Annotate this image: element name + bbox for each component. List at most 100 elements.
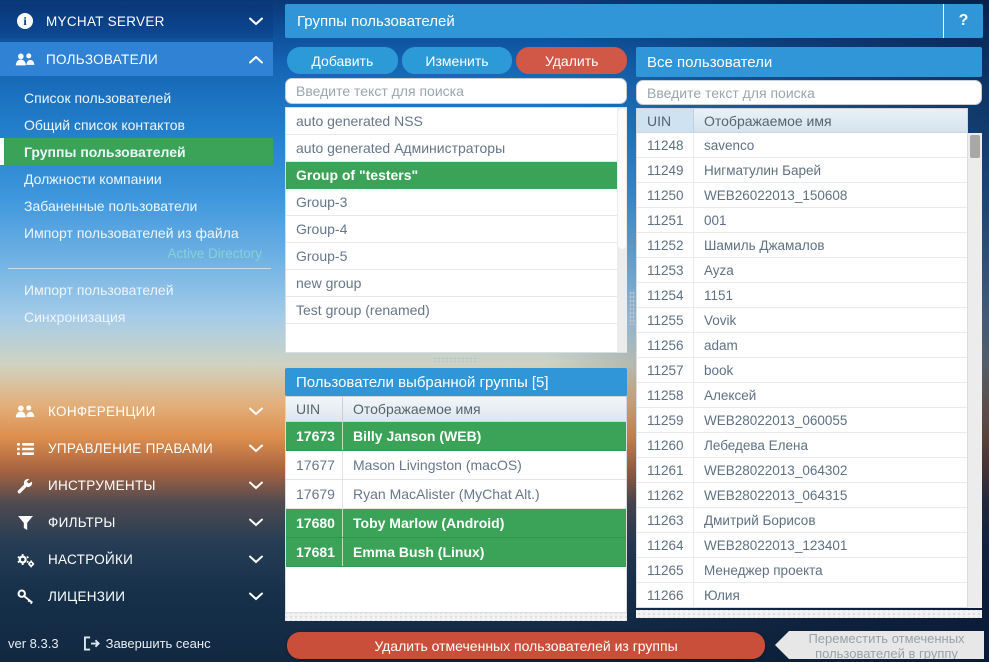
- table-row[interactable]: 11257 book: [637, 358, 967, 383]
- sidebar-submenu-item[interactable]: Группы пользователей: [0, 138, 273, 165]
- table-row[interactable]: 11251 001: [637, 208, 967, 233]
- table-row[interactable]: 11254 1151: [637, 283, 967, 308]
- groups-list-scrollbar[interactable]: [617, 108, 627, 352]
- group-list-item[interactable]: Group-3: [286, 189, 626, 216]
- cell-uin: 17673: [286, 422, 343, 450]
- sidebar-item-filters[interactable]: ФИЛЬТРЫ: [0, 504, 273, 541]
- table-row[interactable]: 11258 Алексей: [637, 383, 967, 408]
- section-label: ИНСТРУМЕНТЫ: [48, 478, 237, 493]
- sidebar-submenu-item[interactable]: Импорт пользователей: [0, 276, 273, 303]
- sidebar-users-submenu: Список пользователей Общий список контак…: [0, 84, 273, 246]
- group-list-item[interactable]: new group: [286, 270, 626, 297]
- groups-search-input[interactable]: [285, 78, 627, 104]
- table-row[interactable]: 11255 Vovik: [637, 308, 967, 333]
- sidebar-submenu-item-label: Импорт пользователей из файла: [24, 225, 239, 241]
- all-users-table-header: UIN Отображаемое имя: [636, 108, 968, 133]
- group-list-item[interactable]: Test group (renamed): [286, 297, 626, 324]
- table-row[interactable]: 17681 Emma Bush (Linux): [286, 538, 626, 567]
- group-members-table: 17673 Billy Janson (WEB) 17677 Mason Liv…: [285, 422, 627, 613]
- sidebar-submenu-item[interactable]: Общий список контактов: [0, 111, 273, 138]
- table-row[interactable]: 11256 adam: [637, 333, 967, 358]
- sidebar-item-users-section[interactable]: ПОЛЬЗОВАТЕЛИ: [0, 42, 273, 76]
- table-row[interactable]: 11263 Дмитрий Борисов: [637, 508, 967, 533]
- users-icon: [14, 404, 36, 419]
- move-to-group-button[interactable]: Переместить отмеченных пользователей в г…: [775, 631, 984, 659]
- logout-button[interactable]: Завершить сеанс: [83, 636, 211, 651]
- table-row[interactable]: 17677 Mason Livingston (macOS): [286, 451, 626, 480]
- group-name: Group-3: [296, 194, 347, 210]
- add-group-button[interactable]: Добавить: [287, 47, 398, 74]
- delete-group-button[interactable]: Удалить: [516, 47, 627, 74]
- group-list-item[interactable]: auto generated NSS: [286, 108, 626, 135]
- cell-uin: 11260: [637, 433, 694, 457]
- all-users-title: Все пользователи: [636, 47, 982, 77]
- group-name: Group-5: [296, 248, 347, 264]
- group-name: Group of "testers": [296, 167, 418, 183]
- column-header-name[interactable]: Отображаемое имя: [694, 109, 832, 132]
- sidebar-submenu-item[interactable]: Должности компании: [0, 165, 273, 192]
- sidebar-divider: [8, 268, 271, 269]
- group-list-item[interactable]: Group-4: [286, 216, 626, 243]
- sidebar-submenu-item-label: Должности компании: [24, 171, 162, 187]
- cell-uin: 11250: [637, 183, 694, 207]
- sidebar-submenu-item-label: Список пользователей: [24, 90, 171, 106]
- sidebar-item-licenses[interactable]: ЛИЦЕНЗИИ: [0, 578, 273, 615]
- table-row[interactable]: 11250 WEB26022013_150608: [637, 183, 967, 208]
- scrollbar-thumb[interactable]: [970, 135, 980, 158]
- cell-name: WEB26022013_150608: [694, 183, 967, 207]
- sidebar-active-directory-label[interactable]: Active Directory: [0, 246, 262, 261]
- sidebar-item-mychat-server[interactable]: i MYCHAT SERVER: [0, 4, 273, 38]
- table-row[interactable]: 11264 WEB28022013_123401: [637, 533, 967, 558]
- table-row[interactable]: 17679 Ryan MacAlister (MyChat Alt.): [286, 480, 626, 509]
- cell-name: adam: [694, 333, 967, 357]
- users-hscrollbar[interactable]: [636, 610, 982, 618]
- sidebar-item-conferences[interactable]: КОНФЕРЕНЦИИ: [0, 393, 273, 430]
- edit-group-button[interactable]: Изменить: [402, 47, 513, 74]
- filter-icon: [14, 516, 36, 530]
- sidebar-item-tools[interactable]: ИНСТРУМЕНТЫ: [0, 467, 273, 504]
- remove-from-group-button[interactable]: Удалить отмеченных пользователей из груп…: [287, 632, 765, 659]
- cell-uin: 17680: [286, 509, 343, 537]
- splitter-grip-icon: [433, 357, 479, 363]
- table-row[interactable]: 11265 Менеджер проекта: [637, 558, 967, 583]
- scrollbar-thumb[interactable]: [618, 109, 626, 249]
- sidebar-item-settings[interactable]: НАСТРОЙКИ: [0, 541, 273, 578]
- column-header-name[interactable]: Отображаемое имя: [343, 397, 481, 421]
- sidebar-submenu-item[interactable]: Список пользователей: [0, 84, 273, 111]
- members-hscrollbar[interactable]: [285, 613, 627, 621]
- sidebar-submenu-item[interactable]: Синхронизация: [0, 303, 273, 330]
- table-row[interactable]: 11259 WEB28022013_060055: [637, 408, 967, 433]
- sidebar-submenu-item[interactable]: Забаненные пользователи: [0, 192, 273, 219]
- group-name: Group-4: [296, 221, 347, 237]
- group-list-item[interactable]: Group-5: [286, 243, 626, 270]
- table-row[interactable]: 11260 Лебедева Елена: [637, 433, 967, 458]
- table-row[interactable]: 11253 Ayza: [637, 258, 967, 283]
- table-row[interactable]: 11252 Шамиль Джамалов: [637, 233, 967, 258]
- help-button[interactable]: ?: [944, 12, 983, 30]
- table-row[interactable]: 11248 savenco: [637, 133, 967, 158]
- table-row[interactable]: 17673 Billy Janson (WEB): [286, 422, 626, 451]
- chevron-down-icon: [249, 518, 263, 527]
- group-list-item[interactable]: auto generated Администраторы: [286, 135, 626, 162]
- vertical-splitter[interactable]: [628, 107, 636, 608]
- column-header-uin[interactable]: UIN: [286, 397, 343, 421]
- table-row[interactable]: 17680 Toby Marlow (Android): [286, 509, 626, 538]
- group-list-item[interactable]: Group of "testers": [286, 162, 626, 189]
- table-row[interactable]: 11261 WEB28022013_064302: [637, 458, 967, 483]
- cell-name: Нигматулин Барей: [694, 158, 967, 182]
- cell-name: Mason Livingston (macOS): [343, 451, 626, 479]
- table-row[interactable]: 11249 Нигматулин Барей: [637, 158, 967, 183]
- cell-uin: 11257: [637, 358, 694, 382]
- table-row[interactable]: 11266 Юлия: [637, 583, 967, 608]
- sidebar-submenu-item-label: Синхронизация: [24, 309, 125, 325]
- users-scrollbar[interactable]: [968, 133, 982, 608]
- cell-name: Алексей: [694, 383, 967, 407]
- column-header-uin[interactable]: UIN: [637, 109, 694, 132]
- cell-uin: 11251: [637, 208, 694, 232]
- sidebar-submenu-item[interactable]: Импорт пользователей из файла: [0, 219, 273, 246]
- cell-uin: 11262: [637, 483, 694, 507]
- users-search-input[interactable]: [636, 80, 982, 105]
- table-row[interactable]: 11262 WEB28022013_064315: [637, 483, 967, 508]
- sidebar-item-rights[interactable]: УПРАВЛЕНИЕ ПРАВАМИ: [0, 430, 273, 467]
- horizontal-splitter[interactable]: [285, 355, 627, 365]
